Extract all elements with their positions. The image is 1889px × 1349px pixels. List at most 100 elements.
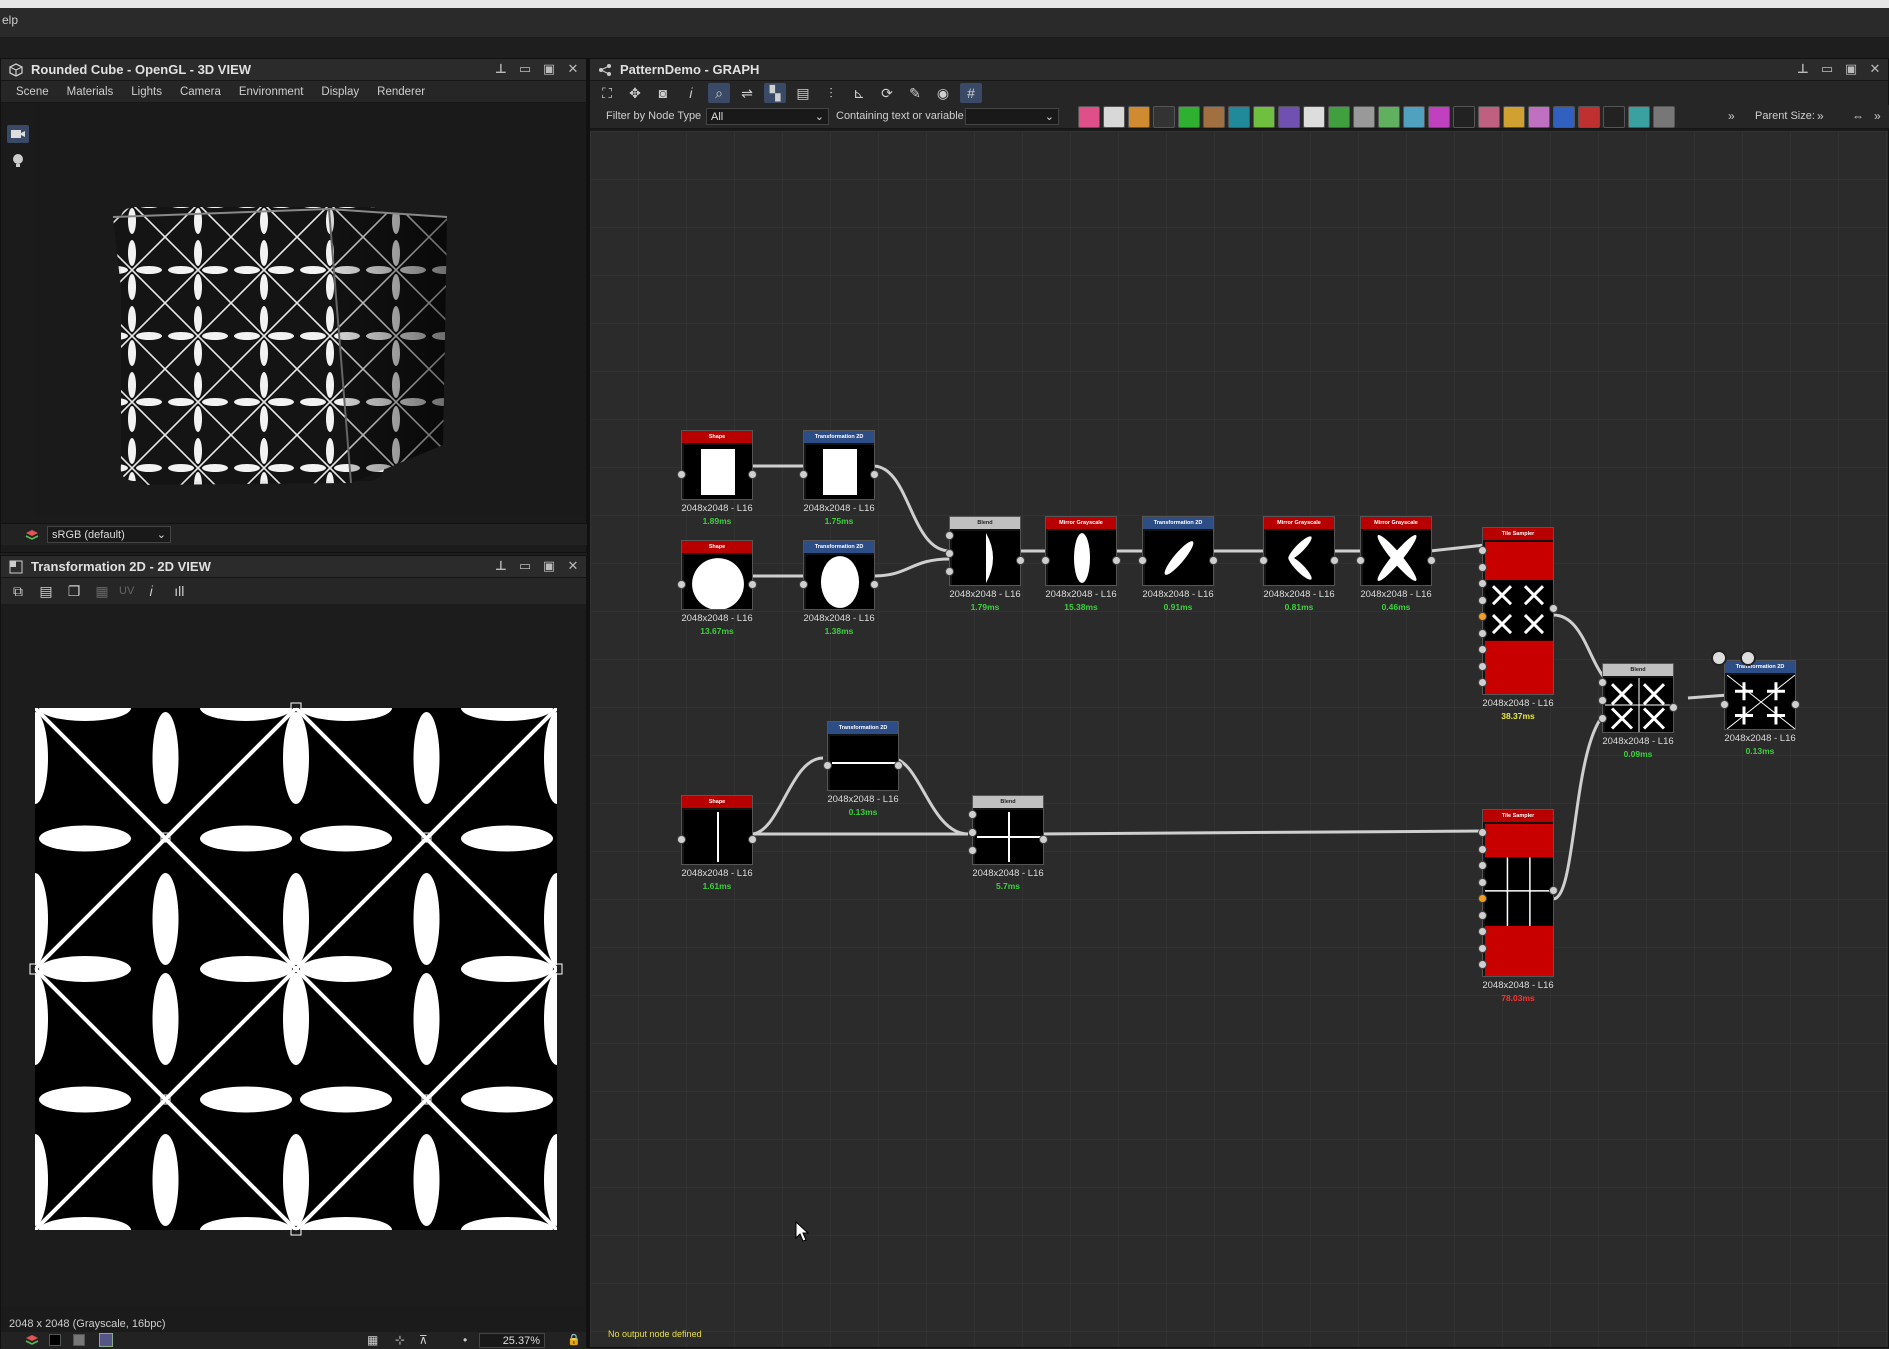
info-icon[interactable]: 𝑖 (140, 581, 162, 601)
graph-node-blend2[interactable]: Blend (968, 795, 1048, 865)
input-port[interactable] (677, 470, 686, 479)
align-icon[interactable]: ⫶ (820, 83, 842, 103)
pan-icon[interactable]: ✥ (624, 83, 646, 103)
warp-node-icon[interactable] (1253, 106, 1275, 128)
align-icon[interactable]: ⊼ (419, 1333, 428, 1347)
color-bg-icon[interactable] (99, 1333, 113, 1347)
graph-node-trans1[interactable]: Transformation 2D (799, 430, 879, 500)
input-port[interactable] (1478, 595, 1487, 605)
output-port[interactable] (1112, 556, 1121, 565)
height-node-icon[interactable] (1478, 106, 1500, 128)
layers-icon[interactable] (25, 1334, 39, 1346)
input-port[interactable] (1041, 556, 1050, 565)
input-port[interactable] (1478, 661, 1487, 671)
save-icon[interactable]: ▤ (35, 581, 57, 601)
zoom-field[interactable]: 25.37% (479, 1333, 545, 1348)
refresh-icon[interactable]: ⟳ (876, 83, 898, 103)
tiling-node-icon[interactable] (1628, 106, 1650, 128)
input-port[interactable] (677, 835, 686, 844)
output-port[interactable] (1039, 835, 1048, 844)
menu-camera[interactable]: Camera (171, 86, 230, 98)
input-port[interactable] (677, 580, 686, 589)
graph-node-trans2[interactable]: Transformation 2D (799, 540, 879, 610)
normal-node-icon[interactable] (1403, 106, 1425, 128)
output-port[interactable] (1549, 885, 1558, 895)
graph-node-trans3[interactable]: Transformation 2D (1138, 516, 1218, 586)
float-icon[interactable]: ▭ (1820, 62, 1834, 76)
menu-lights[interactable]: Lights (122, 86, 171, 98)
input-port[interactable] (1478, 861, 1487, 870)
uv-label[interactable]: UV (119, 585, 134, 597)
input-port[interactable] (1478, 645, 1487, 654)
link-icon[interactable]: ⇌ (736, 83, 758, 103)
snap-icon[interactable]: ⊹ (395, 1333, 405, 1347)
more-icon[interactable]: » (1874, 109, 1881, 123)
maximize-icon[interactable]: ▣ (542, 559, 556, 573)
color-wheel-node-icon[interactable] (1428, 106, 1450, 128)
curve-node-icon[interactable] (1178, 106, 1200, 128)
input-port[interactable] (1259, 556, 1268, 565)
close-icon[interactable]: ✕ (1868, 62, 1882, 76)
input-port[interactable] (1720, 700, 1729, 709)
input-port[interactable] (1478, 894, 1487, 903)
view2d-canvas[interactable] (1, 606, 586, 1306)
grid-snap-icon[interactable]: # (960, 83, 982, 103)
search-icon[interactable]: ⌕ (708, 83, 730, 103)
input-port[interactable] (968, 846, 977, 855)
light-bulb-icon[interactable] (11, 153, 25, 169)
menu-materials[interactable]: Materials (58, 86, 123, 98)
levels-node-icon[interactable] (1353, 106, 1375, 128)
copy-icon[interactable]: ❐ (63, 581, 85, 601)
graph-node-mirror1[interactable]: Mirror Grayscale (1041, 516, 1121, 586)
output-port[interactable] (1791, 700, 1800, 709)
screenshot-icon[interactable]: ◙ (652, 83, 674, 103)
input-port[interactable] (1478, 960, 1487, 969)
thumbnail-icon[interactable]: ▤ (792, 83, 814, 103)
graph-node-tile1[interactable]: Tile Sampler (1478, 527, 1558, 695)
output-port[interactable] (1016, 556, 1025, 565)
input-port[interactable] (968, 810, 977, 819)
graph-canvas[interactable]: No output node defined (590, 131, 1888, 1347)
output-port[interactable] (748, 835, 757, 844)
filter-node-type-select[interactable]: All ⌄ (706, 108, 829, 125)
input-port[interactable] (1478, 562, 1487, 572)
input-port[interactable] (945, 549, 954, 558)
output-port[interactable] (1427, 556, 1436, 565)
frame-all-icon[interactable]: ⛶ (596, 83, 618, 103)
input-port[interactable] (1138, 556, 1147, 565)
output-port[interactable] (1330, 556, 1339, 565)
input-port[interactable] (1478, 628, 1487, 638)
input-port[interactable] (1598, 678, 1607, 687)
input-port[interactable] (799, 580, 808, 589)
pin-icon[interactable]: ⊥ (1796, 62, 1810, 76)
graph-node-mirror3[interactable]: Mirror Grayscale (1356, 516, 1436, 586)
info-icon[interactable]: 𝑖 (680, 83, 702, 103)
input-port[interactable] (1478, 579, 1487, 588)
output-port[interactable] (748, 470, 757, 479)
blur-node-icon[interactable] (1278, 106, 1300, 128)
graph-node-trans4[interactable]: Transformation 2D (823, 721, 903, 791)
output-marker-icon[interactable] (1711, 650, 1727, 666)
input-port[interactable] (1478, 844, 1487, 854)
more-icon[interactable]: » (1817, 109, 1824, 123)
output-port[interactable] (1549, 603, 1558, 613)
crop-node-icon[interactable] (1553, 106, 1575, 128)
input-port[interactable] (1478, 877, 1487, 887)
output-port[interactable] (1209, 556, 1218, 565)
close-icon[interactable]: ✕ (566, 62, 580, 76)
input-port[interactable] (1598, 714, 1607, 723)
view3d-marker-icon[interactable] (1740, 650, 1756, 666)
pin-icon[interactable]: ⊥ (494, 559, 508, 573)
lock-icon[interactable]: 🔒 (567, 1333, 581, 1346)
menu-help-fragment[interactable]: elp (2, 13, 18, 27)
input-port[interactable] (1478, 678, 1487, 687)
fx-map-node-icon[interactable] (1303, 106, 1325, 128)
output-port[interactable] (894, 761, 903, 770)
graph-node-tile2[interactable]: Tile Sampler (1478, 809, 1558, 977)
output-node-icon[interactable] (1653, 106, 1675, 128)
maximize-icon[interactable]: ▣ (542, 62, 556, 76)
checker-bg-icon[interactable] (73, 1334, 85, 1346)
close-icon[interactable]: ✕ (566, 559, 580, 573)
shuffle-node-icon[interactable] (1153, 106, 1175, 128)
graph-node-shape2[interactable]: Shape (677, 540, 757, 610)
